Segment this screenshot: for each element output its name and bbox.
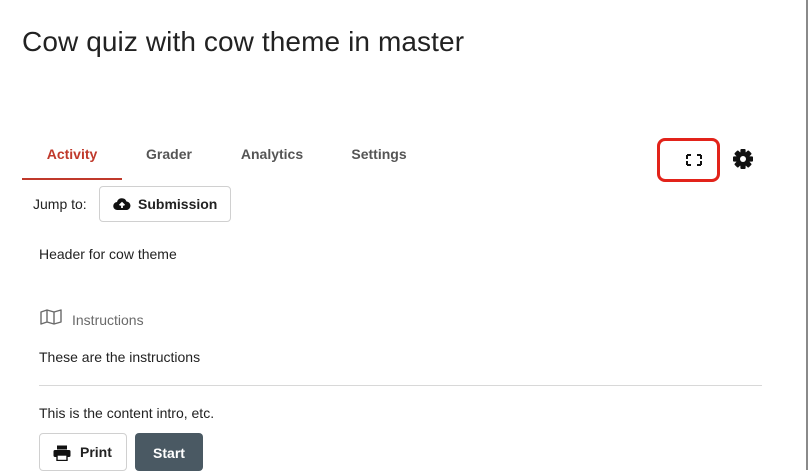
tab-analytics[interactable]: Analytics bbox=[234, 138, 310, 178]
cloud-upload-icon bbox=[113, 197, 131, 214]
instructions-heading-label: Instructions bbox=[72, 312, 144, 328]
tab-grader[interactable]: Grader bbox=[134, 138, 204, 178]
section-divider bbox=[39, 385, 762, 386]
submission-button[interactable]: Submission bbox=[99, 186, 231, 222]
gear-icon bbox=[733, 149, 753, 169]
highlight-annotation bbox=[657, 138, 720, 182]
tab-activity[interactable]: Activity bbox=[22, 138, 122, 180]
page-title: Cow quiz with cow theme in master bbox=[22, 26, 465, 57]
tab-settings[interactable]: Settings bbox=[344, 138, 414, 178]
settings-gear-button[interactable] bbox=[730, 146, 756, 172]
print-label: Print bbox=[80, 444, 112, 460]
map-icon bbox=[39, 308, 63, 331]
submission-label: Submission bbox=[138, 196, 218, 212]
printer-icon bbox=[53, 445, 71, 464]
theme-header-text: Header for cow theme bbox=[39, 246, 177, 262]
jump-to-label: Jump to: bbox=[33, 196, 87, 212]
content-intro-text: This is the content intro, etc. bbox=[39, 405, 215, 421]
instructions-text: These are the instructions bbox=[39, 349, 201, 365]
print-button[interactable]: Print bbox=[39, 433, 127, 471]
start-button[interactable]: Start bbox=[135, 433, 203, 471]
